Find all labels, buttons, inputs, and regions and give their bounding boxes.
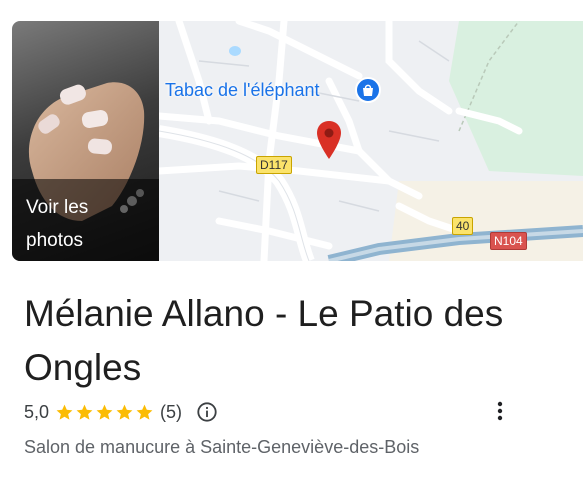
star-icon bbox=[56, 404, 73, 420]
info-icon[interactable] bbox=[196, 401, 218, 423]
rating-value: 5,0 bbox=[24, 401, 50, 422]
shopping-bag-icon[interactable] bbox=[355, 77, 381, 103]
map-pin-icon[interactable] bbox=[317, 121, 341, 159]
road-badge-n104: N104 bbox=[490, 232, 527, 250]
poi-label[interactable]: Tabac de l'éléphant bbox=[165, 80, 320, 101]
see-photos-line2: photos bbox=[26, 230, 84, 251]
road-badge-d117: D117 bbox=[256, 156, 292, 174]
hero-section: Voir les photos Tabac de l'éléphant D117… bbox=[12, 21, 583, 261]
more-vertical-icon[interactable] bbox=[490, 400, 510, 422]
map-canvas bbox=[159, 21, 583, 261]
place-title: Mélanie Allano - Le Patio des Ongles bbox=[24, 293, 504, 388]
road-badge-40: 40 bbox=[452, 217, 474, 235]
map-preview[interactable]: Tabac de l'éléphant D117 40 N104 bbox=[159, 21, 583, 261]
rating-stars bbox=[55, 403, 154, 422]
star-icon bbox=[116, 404, 133, 420]
see-photos-line1: Voir les bbox=[26, 197, 89, 218]
star-icon bbox=[96, 404, 113, 420]
star-icon bbox=[76, 404, 93, 420]
star-icon bbox=[136, 404, 153, 420]
rating-row: 5,0 (5) bbox=[24, 399, 218, 425]
photos-thumbnail[interactable]: Voir les photos bbox=[12, 21, 159, 261]
see-photos-label[interactable]: Voir les photos bbox=[26, 191, 146, 257]
place-category: Salon de manucure à Sainte-Geneviève-des… bbox=[24, 437, 420, 457]
review-count-link[interactable]: (5) bbox=[160, 402, 182, 423]
